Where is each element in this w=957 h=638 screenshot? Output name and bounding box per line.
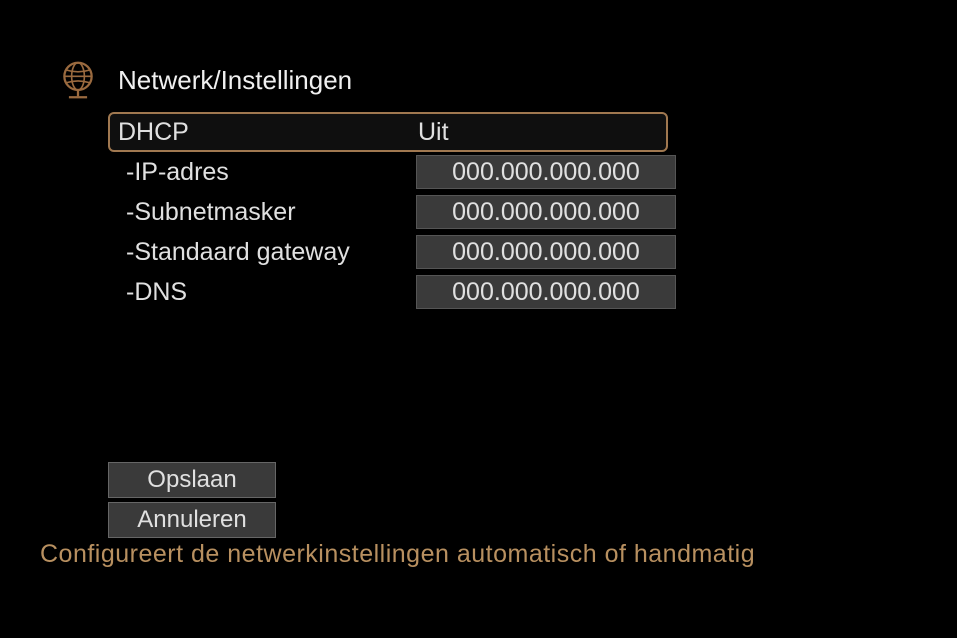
help-text: Configureert de netwerkinstellingen auto… (40, 540, 755, 569)
globe-icon (58, 60, 98, 100)
setting-value-ip[interactable]: 000.000.000.000 (416, 155, 676, 189)
setting-dhcp[interactable]: DHCP Uit (108, 112, 668, 152)
setting-value-gateway[interactable]: 000.000.000.000 (416, 235, 676, 269)
setting-label-dhcp: DHCP (118, 118, 418, 147)
setting-label-gateway: -Standaard gateway (116, 238, 416, 267)
setting-default-gateway[interactable]: -Standaard gateway 000.000.000.000 (108, 232, 668, 272)
setting-label-subnet: -Subnetmasker (116, 198, 416, 227)
setting-value-dns[interactable]: 000.000.000.000 (416, 275, 676, 309)
setting-dns[interactable]: -DNS 000.000.000.000 (108, 272, 668, 312)
setting-label-dns: -DNS (116, 278, 416, 307)
cancel-button[interactable]: Annuleren (108, 502, 276, 538)
save-button[interactable]: Opslaan (108, 462, 276, 498)
setting-label-ip: -IP-adres (116, 158, 416, 187)
setting-value-subnet[interactable]: 000.000.000.000 (416, 195, 676, 229)
setting-value-dhcp: Uit (418, 118, 449, 147)
setting-ip-address[interactable]: -IP-adres 000.000.000.000 (108, 152, 668, 192)
setting-subnet-mask[interactable]: -Subnetmasker 000.000.000.000 (108, 192, 668, 232)
page-title: Netwerk/Instellingen (118, 65, 352, 96)
